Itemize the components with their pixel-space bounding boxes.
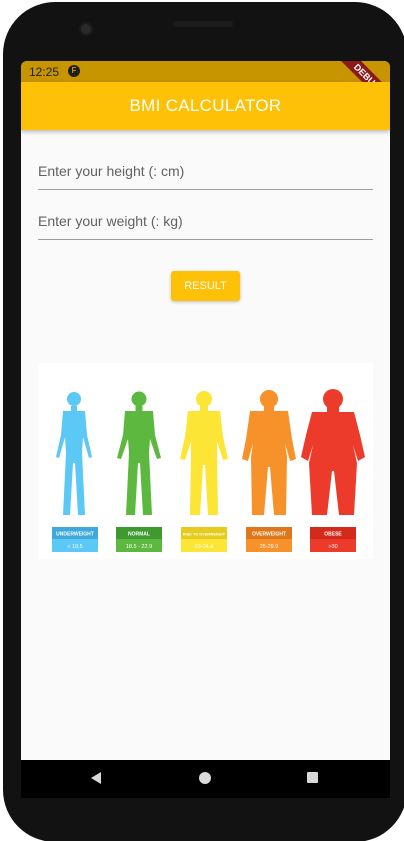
- overweight-range: 25-29.9: [260, 544, 279, 550]
- underweight-figure: [56, 392, 92, 515]
- overweight-figure: [242, 390, 296, 515]
- app-title: BMI CALCULATOR: [129, 96, 282, 115]
- status-time: 12:25: [29, 65, 60, 79]
- obese-range: >30: [328, 544, 337, 550]
- obese-label-group: OBESE >30: [310, 527, 356, 552]
- normal-range: 18.5 - 22.9: [126, 544, 152, 550]
- result-button[interactable]: RESULT: [171, 271, 240, 301]
- underweight-label-group: UNDERWEIGHT < 18.5: [52, 527, 98, 552]
- android-nav-bar: [21, 760, 390, 798]
- bmi-chart-image: UNDERWEIGHT < 18.5 NORMAL 18.5 - 22.9 RI…: [38, 363, 373, 559]
- device-stage: 12:25 F DEBUG BMI CALCULATOR RESULT: [0, 0, 404, 841]
- recent-apps-icon[interactable]: [307, 772, 318, 783]
- obese-label: OBESE: [324, 532, 342, 538]
- overweight-label-group: OVERWEIGHT 25-29.9: [246, 527, 292, 552]
- normal-figure: [117, 391, 161, 515]
- flutter-icon: F: [68, 65, 80, 77]
- height-input[interactable]: [38, 153, 373, 189]
- app-bar: BMI CALCULATOR: [21, 82, 390, 130]
- risk-overweight-figure: [180, 391, 228, 515]
- risk-overweight-label: RISK TO OVERWEIGHT: [183, 533, 226, 537]
- overweight-label: OVERWEIGHT: [252, 532, 286, 538]
- normal-label: NORMAL: [128, 532, 150, 538]
- weight-input[interactable]: [38, 203, 373, 239]
- underweight-range: < 18.5: [67, 544, 82, 550]
- normal-label-group: NORMAL 18.5 - 22.9: [116, 527, 162, 552]
- bmi-figures-svg: UNDERWEIGHT < 18.5 NORMAL 18.5 - 22.9 RI…: [52, 389, 365, 552]
- risk-overweight-label-group: RISK TO OVERWEIGHT 23-24.9: [181, 527, 227, 552]
- back-icon[interactable]: [91, 772, 101, 784]
- status-bar: 12:25 F DEBUG: [21, 61, 390, 114]
- weight-field: [38, 203, 373, 240]
- height-field: [38, 153, 373, 190]
- home-icon[interactable]: [199, 772, 211, 784]
- front-camera: [81, 24, 91, 34]
- risk-overweight-range: 23-24.9: [195, 544, 214, 550]
- earpiece-speaker: [173, 21, 233, 27]
- obese-figure: [301, 389, 365, 515]
- app-screen: 12:25 F DEBUG BMI CALCULATOR RESULT: [21, 61, 390, 760]
- underweight-label: UNDERWEIGHT: [56, 532, 94, 538]
